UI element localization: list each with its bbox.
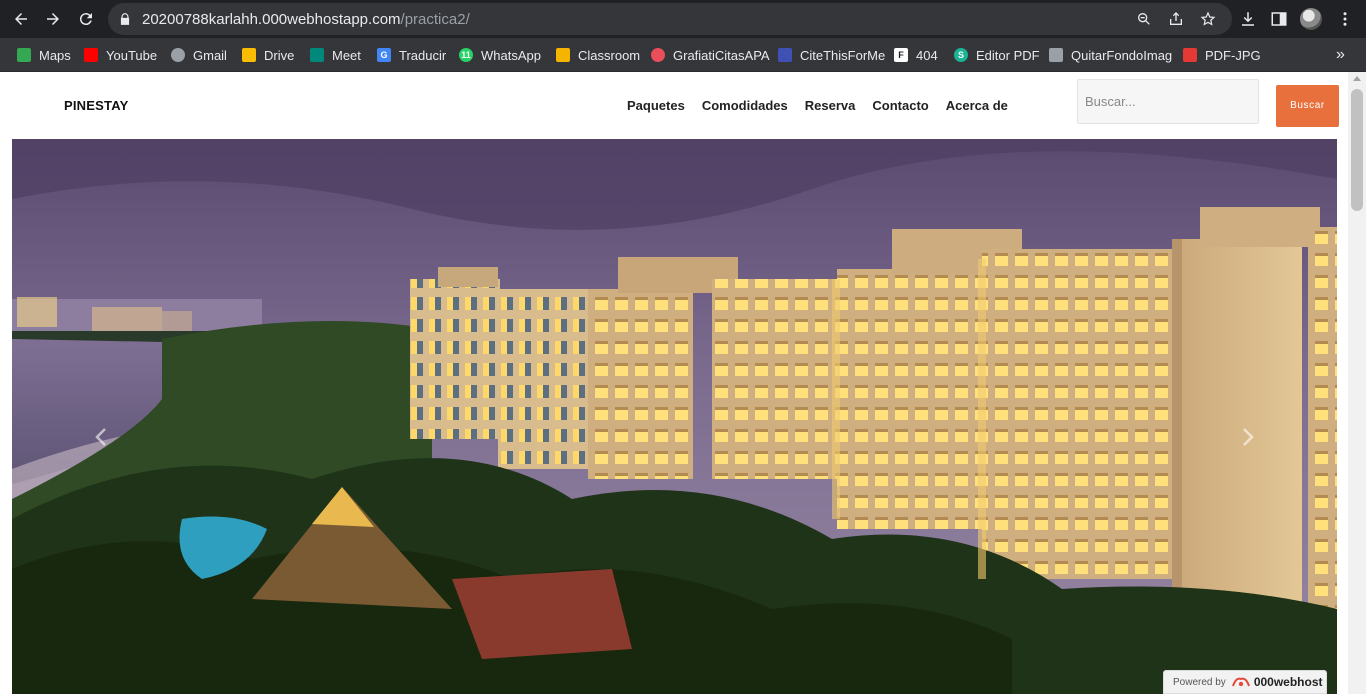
bookmark-editor-pdf[interactable]: S Editor PDF	[954, 46, 1040, 64]
browser-toolbar: 20200788karlahh.000webhostapp.com/practi…	[0, 0, 1366, 38]
nav-paquetes[interactable]: Paquetes	[627, 98, 685, 113]
site-brand[interactable]: PINESTAY	[64, 98, 128, 113]
bookmarks-bar: Maps YouTube Gmail Drive Meet G Traducir …	[0, 38, 1366, 72]
powered-by-badge[interactable]: Powered by 000webhost	[1163, 670, 1327, 694]
000webhost-logo-icon	[1231, 677, 1250, 687]
hero-carousel	[12, 139, 1337, 694]
bookmark-quitarfondoimag[interactable]: QuitarFondoImag	[1049, 46, 1172, 64]
bookmark-404[interactable]: F 404	[894, 46, 938, 64]
back-button[interactable]	[9, 7, 33, 31]
bookmark-gmail[interactable]: Gmail	[171, 46, 227, 64]
address-bar[interactable]: 20200788karlahh.000webhostapp.com/practi…	[108, 3, 1232, 35]
scrollbar-thumb[interactable]	[1351, 89, 1363, 211]
profile-avatar[interactable]	[1300, 8, 1322, 30]
main-nav: Paquetes Comodidades Reserva Contacto Ac…	[627, 98, 1025, 113]
carousel-prev-button[interactable]	[86, 422, 116, 452]
scroll-up-arrow-icon[interactable]	[1353, 76, 1361, 81]
forward-button[interactable]	[41, 7, 65, 31]
bookmark-meet[interactable]: Meet	[310, 46, 361, 64]
page-scrollbar[interactable]	[1348, 72, 1366, 694]
whatsapp-icon: 11	[459, 48, 473, 62]
nav-comodidades[interactable]: Comodidades	[702, 98, 788, 113]
editor-pdf-icon: S	[954, 48, 968, 62]
search-button[interactable]: Buscar	[1276, 85, 1339, 127]
share-icon[interactable]	[1168, 11, 1184, 27]
bookmark-youtube[interactable]: YouTube	[84, 46, 157, 64]
pdf-jpg-icon	[1183, 48, 1197, 62]
citethisforme-icon	[778, 48, 792, 62]
zoom-icon[interactable]	[1136, 11, 1152, 27]
menu-dots-icon[interactable]	[1336, 10, 1354, 28]
translate-icon: G	[377, 48, 391, 62]
bookmark-grafiaticitasapa[interactable]: GrafiatiCitasAPA	[651, 46, 770, 64]
powered-by-label: Powered by	[1173, 676, 1226, 688]
maps-icon	[17, 48, 31, 62]
bookmark-traducir[interactable]: G Traducir	[377, 46, 446, 64]
hero-image	[12, 139, 1337, 694]
arrow-left-icon	[15, 13, 27, 25]
bookmarks-overflow-icon[interactable]: »	[1336, 46, 1345, 64]
carousel-next-button[interactable]	[1233, 422, 1263, 452]
download-icon[interactable]	[1239, 10, 1257, 28]
powered-by-brand: 000webhost	[1253, 675, 1323, 689]
url-path: /practica2/	[400, 11, 470, 28]
bookmark-maps[interactable]: Maps	[17, 46, 71, 64]
quitarfondo-icon	[1049, 48, 1063, 62]
url-host: 20200788karlahh.000webhostapp.com	[142, 11, 401, 28]
page-viewport: PINESTAY Paquetes Comodidades Reserva Co…	[0, 72, 1366, 694]
bookmark-citethisforme[interactable]: CiteThisForMe	[778, 46, 885, 64]
bookmark-drive[interactable]: Drive	[242, 46, 294, 64]
globe-icon	[171, 48, 185, 62]
bookmark-classroom[interactable]: Classroom	[556, 46, 640, 64]
404-icon: F	[894, 48, 908, 62]
reload-icon	[79, 13, 92, 26]
site-header: PINESTAY Paquetes Comodidades Reserva Co…	[0, 72, 1348, 139]
nav-contacto[interactable]: Contacto	[872, 98, 928, 113]
youtube-icon	[84, 48, 98, 62]
star-icon[interactable]	[1200, 11, 1216, 27]
lock-icon	[120, 13, 130, 25]
nav-reserva[interactable]: Reserva	[805, 98, 856, 113]
bookmark-whatsapp[interactable]: 11 WhatsApp	[459, 46, 541, 64]
side-panel-icon[interactable]	[1270, 10, 1288, 28]
chevron-left-icon	[95, 428, 106, 446]
grafiati-icon	[651, 48, 665, 62]
chevron-right-icon	[1243, 428, 1254, 446]
url-text[interactable]: 20200788karlahh.000webhostapp.com/practi…	[142, 11, 470, 28]
drive-icon	[242, 48, 256, 62]
classroom-icon	[556, 48, 570, 62]
arrow-right-icon	[47, 13, 59, 25]
reload-button[interactable]	[74, 7, 98, 31]
meet-icon	[310, 48, 324, 62]
search-input[interactable]	[1077, 79, 1259, 124]
bookmark-pdf-jpg[interactable]: PDF-JPG	[1183, 46, 1261, 64]
nav-acerca-de[interactable]: Acerca de	[946, 98, 1008, 113]
